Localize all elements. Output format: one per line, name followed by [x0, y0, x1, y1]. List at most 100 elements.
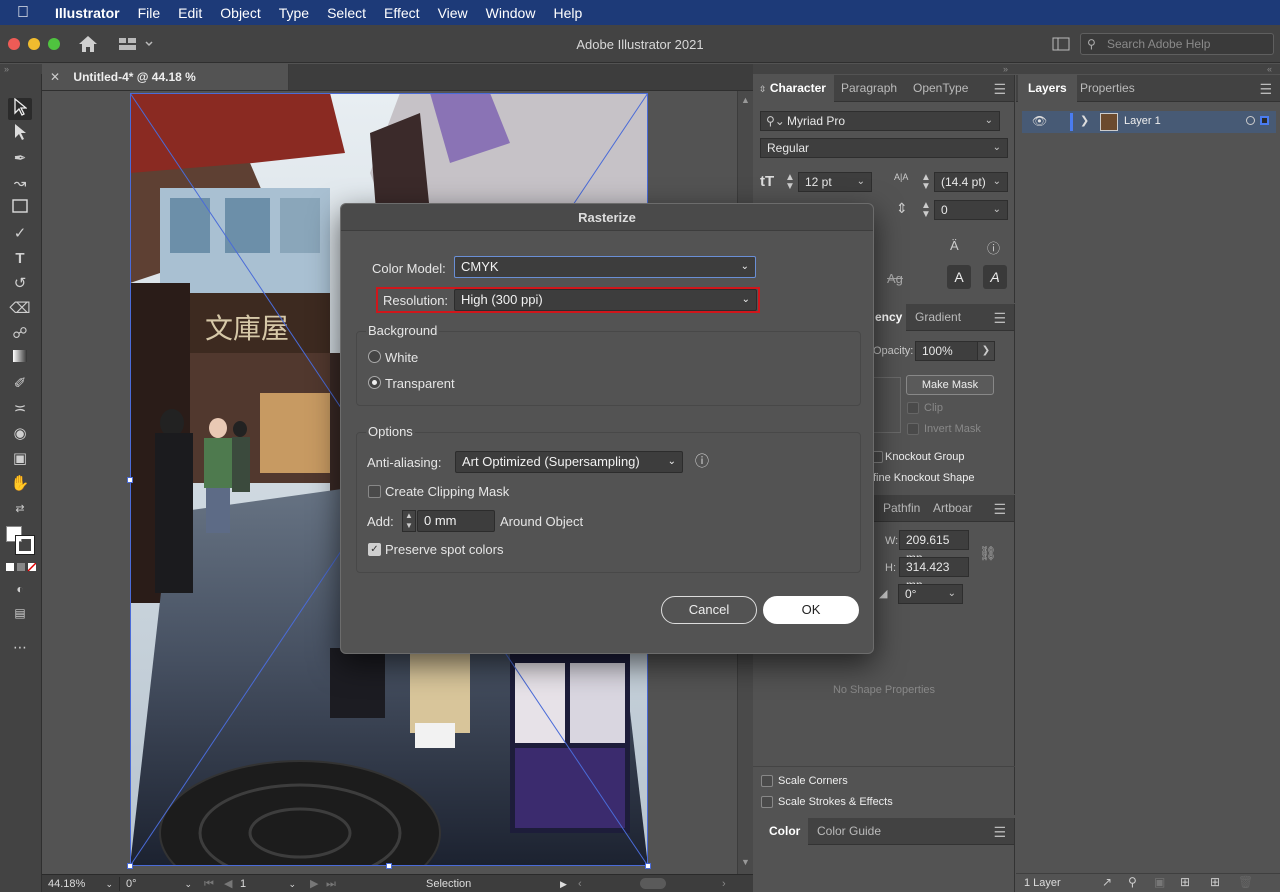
panel-menu-icon[interactable]: ☰ — [993, 501, 1006, 518]
clip-checkbox[interactable] — [907, 402, 919, 414]
trash-icon[interactable]: 🗑 — [1238, 875, 1253, 889]
scroll-up-icon[interactable]: ▲ — [741, 95, 750, 105]
font-family-field[interactable]: ⚲⌄ Myriad Pro ⌄ — [760, 111, 1000, 131]
blend-tool-icon[interactable]: ≍ — [8, 398, 32, 420]
hand-tool-icon[interactable]: ✋ — [8, 473, 32, 495]
current-tool-label[interactable]: Selection — [426, 877, 471, 891]
draw-mode-icon[interactable]: ◐ — [8, 578, 32, 600]
last-artboard-button[interactable]: ⏭ — [326, 877, 336, 891]
menu-view[interactable]: View — [429, 5, 477, 21]
bg-white-radio[interactable] — [368, 350, 381, 363]
type-on-path-icon[interactable]: A — [947, 265, 971, 289]
bounding-handle-left[interactable] — [127, 477, 133, 483]
selection-tool-icon[interactable] — [8, 97, 32, 120]
leading-stepper[interactable]: ▲ ▼ — [921, 173, 931, 192]
screen-mode-icon[interactable]: ▤ — [8, 602, 32, 624]
color-model-select[interactable]: CMYK ⌄ — [454, 256, 756, 278]
next-artboard-button[interactable]: ▶ — [310, 877, 318, 891]
rectangle-tool-icon[interactable] — [8, 198, 32, 220]
strikethrough-icon[interactable]: Ag — [887, 271, 903, 286]
rotate-tool-icon[interactable]: ↺ — [8, 273, 32, 295]
layer-name[interactable]: Layer 1 — [1124, 115, 1161, 127]
bg-transparent-radio[interactable] — [368, 376, 381, 389]
opacity-expand-button[interactable]: ❯ — [977, 341, 995, 361]
apple-icon[interactable]:  — [0, 4, 46, 22]
layer-row[interactable]: 👁 ❯ Layer 1 — [1022, 111, 1276, 133]
touch-type-icon[interactable]: A — [983, 265, 1007, 289]
menu-file[interactable]: File — [129, 5, 170, 21]
make-mask-button[interactable]: Make Mask — [906, 375, 994, 395]
tab-opentype[interactable]: OpenType — [905, 75, 976, 102]
new-sublayer-icon[interactable]: ⊞ — [1180, 875, 1190, 889]
visibility-eye-icon[interactable]: 👁 — [1032, 114, 1047, 128]
bounding-handle-bottom[interactable] — [386, 863, 392, 869]
tab-character[interactable]: ⇳ Character — [753, 75, 834, 102]
search-icon[interactable]: ⚲ — [1128, 875, 1137, 889]
target-circle-icon[interactable] — [1246, 116, 1255, 125]
type-tool-icon[interactable]: T — [8, 248, 32, 270]
status-menu-icon[interactable]: ▶ — [560, 877, 567, 891]
panel-menu-icon[interactable]: ☰ — [993, 310, 1006, 327]
selection-square-icon[interactable] — [1260, 116, 1269, 125]
panel-toggle-icon[interactable] — [1052, 37, 1070, 51]
menu-effect[interactable]: Effect — [375, 5, 429, 21]
clipping-mask-icon[interactable]: ▣ — [1154, 875, 1165, 889]
close-tab-icon[interactable]: ✕ — [50, 70, 60, 84]
tab-gradient[interactable]: Gradient — [907, 304, 969, 331]
cancel-button[interactable]: Cancel — [661, 596, 757, 624]
eraser-tool-icon[interactable]: ⌫ — [8, 298, 32, 320]
bounding-handle-bottom-left[interactable] — [127, 863, 133, 869]
eyedropper-tool-icon[interactable]: ✐ — [8, 373, 32, 395]
width-field[interactable]: 209.615 mn — [899, 530, 969, 565]
toolbar-collapse-strip[interactable]: » — [0, 64, 42, 74]
artboard-tool-icon[interactable]: ▣ — [8, 448, 32, 470]
more-tools-icon[interactable]: ⋯ — [8, 636, 32, 658]
new-layer-icon[interactable]: ⊞ — [1210, 875, 1220, 889]
panel-collapse-strip[interactable]: » — [753, 64, 1016, 74]
scale-strokes-checkbox[interactable] — [761, 796, 773, 808]
search-input[interactable]: ⚲ Search Adobe Help — [1080, 33, 1274, 55]
add-stepper[interactable]: ▲ ▼ — [402, 510, 416, 532]
clipping-mask-checkbox[interactable] — [368, 485, 381, 498]
export-icon[interactable]: ↗ — [1102, 875, 1112, 889]
preserve-spot-checkbox[interactable]: ✓ — [368, 543, 381, 556]
horizontal-scrollbar-thumb[interactable] — [640, 878, 666, 889]
tab-pathfinder[interactable]: Pathfin — [875, 495, 928, 522]
panel-menu-icon[interactable]: ☰ — [993, 81, 1006, 98]
layers-collapse-strip[interactable]: « — [1016, 64, 1280, 74]
font-size-stepper[interactable]: ▲ ▼ — [785, 173, 795, 192]
tab-color[interactable]: Color — [753, 818, 809, 845]
scale-corners-checkbox[interactable] — [761, 775, 773, 787]
font-size-field[interactable]: 12 pt ⌄ — [798, 172, 872, 192]
zoom-field[interactable]: 44.18% ⌄ — [48, 877, 120, 891]
tracking-stepper[interactable]: ▲ ▼ — [921, 201, 931, 220]
menu-object[interactable]: Object — [211, 5, 269, 21]
free-transform-tool-icon[interactable]: ☍ — [8, 323, 32, 345]
antialias-select[interactable]: Art Optimized (Supersampling) ⌄ — [455, 451, 683, 473]
height-field[interactable]: 314.423 mn — [899, 557, 969, 592]
ok-button[interactable]: OK — [763, 596, 859, 624]
resolution-select[interactable]: High (300 ppi) ⌄ — [454, 289, 757, 311]
tab-paragraph[interactable]: Paragraph — [833, 75, 905, 102]
mask-thumbnail[interactable] — [873, 377, 901, 433]
pen-tool-icon[interactable]: ✒ — [8, 148, 32, 170]
menu-select[interactable]: Select — [318, 5, 375, 21]
artboard-number-field[interactable]: 1 ⌄ — [240, 877, 296, 891]
tracking-field[interactable]: 0 ⌄ — [934, 200, 1008, 220]
tab-layers[interactable]: Layers — [1018, 75, 1077, 102]
gradient-tool-icon[interactable] — [8, 348, 32, 370]
stroke-color-swatch[interactable] — [15, 535, 35, 555]
color-mode-icons[interactable] — [6, 562, 37, 572]
shape-builder-tool-icon[interactable]: ◉ — [8, 423, 32, 445]
menu-type[interactable]: Type — [270, 5, 318, 21]
font-style-field[interactable]: Regular ⌄ — [760, 138, 1008, 158]
info-icon[interactable]: ⓘ — [987, 238, 1000, 257]
rotation-field[interactable]: 0° ⌄ — [126, 877, 192, 891]
constrain-proportions-icon[interactable]: ⛓ — [979, 545, 997, 562]
scroll-down-icon[interactable]: ▼ — [741, 857, 750, 867]
menu-window[interactable]: Window — [477, 5, 545, 21]
tab-transparency[interactable]: ency — [871, 304, 907, 331]
curvature-tool-icon[interactable]: ↝ — [8, 173, 32, 195]
menu-help[interactable]: Help — [544, 5, 591, 21]
scroll-left-icon[interactable]: ‹ — [578, 877, 582, 891]
